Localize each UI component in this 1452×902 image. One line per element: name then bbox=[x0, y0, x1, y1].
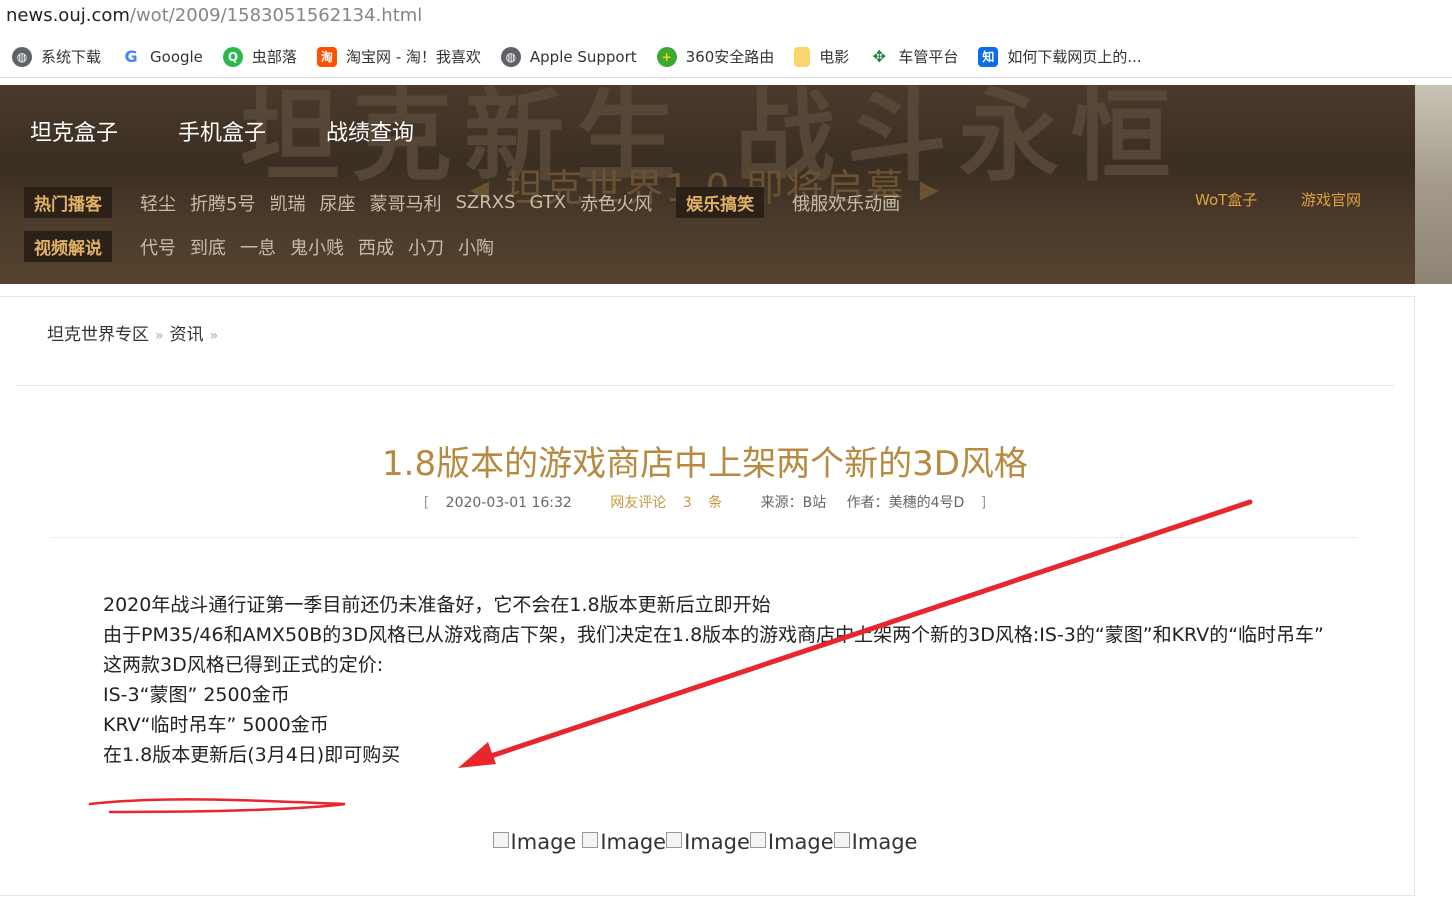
folder-icon bbox=[794, 46, 811, 67]
article-title: 1.8版本的游戏商店中上架两个新的3D风格 bbox=[382, 444, 1028, 484]
divider bbox=[16, 385, 1394, 386]
article-source: 来源：B站 bbox=[760, 495, 827, 511]
site-header-banner: 坦克新生 战斗永恒 ◂ 坦克世界1.0 即将启幕 ▸ 坦克盒子 手机盒子 战绩查… bbox=[0, 85, 1415, 284]
banner-side-image bbox=[1415, 85, 1452, 284]
bookmark-movies-folder[interactable]: 电影 bbox=[794, 46, 849, 67]
article-meta: [ 2020-03-01 16:32 网友评论 3 条 来源：B站 作者：美穗的… bbox=[423, 495, 987, 511]
tag-video-commentary[interactable]: 视频解说 bbox=[24, 231, 112, 262]
paragraph: 由于PM35/46和AMX50B的3D风格已从游戏商店下架，我们决定在1.8版本… bbox=[103, 624, 1324, 646]
bug-tribe-icon: Q bbox=[222, 46, 243, 67]
nav-mobile-box[interactable]: 手机盒子 bbox=[178, 115, 266, 147]
article-body: 2020年战斗通行证第一季目前还仍未准备好，它不会在1.8版本更新后立即开始 由… bbox=[103, 590, 1343, 770]
globe-icon: ◍ bbox=[12, 46, 32, 67]
link-podcaster[interactable]: SZRXS bbox=[455, 192, 515, 213]
comments-count: 3 bbox=[682, 495, 692, 511]
broken-image[interactable]: Image bbox=[582, 830, 666, 854]
broken-image[interactable]: Image bbox=[833, 830, 917, 854]
broken-image[interactable]: Image bbox=[749, 830, 834, 854]
paragraph: 2020年战斗通行证第一季目前还仍未准备好，它不会在1.8版本更新后立即开始 bbox=[103, 594, 771, 616]
link-official-site[interactable]: 游戏官网 bbox=[1301, 189, 1361, 210]
google-icon: G bbox=[121, 46, 142, 67]
broken-image-icon bbox=[833, 832, 850, 848]
zhihu-icon: 知 bbox=[978, 46, 999, 67]
bookmark-apple-support[interactable]: ◍ Apple Support bbox=[500, 46, 637, 67]
link-commentator[interactable]: 鬼小贱 bbox=[290, 234, 344, 260]
link-commentator[interactable]: 小刀 bbox=[408, 234, 444, 260]
broken-image-icon bbox=[749, 832, 766, 848]
url-path: /wot/2009/1583051562134.html bbox=[129, 5, 423, 26]
breadcrumb-news[interactable]: 资讯 bbox=[170, 325, 204, 345]
link-commentator[interactable]: 一息 bbox=[240, 234, 276, 260]
breadcrumb-separator-icon: » bbox=[209, 328, 219, 344]
link-russian-animation[interactable]: 俄服欢乐动画 bbox=[792, 190, 900, 216]
bookmark-zhihu[interactable]: 知 如何下载网页上的... bbox=[978, 46, 1142, 67]
link-commentator[interactable]: 西成 bbox=[358, 234, 394, 260]
address-bar[interactable]: news.ouj.com/wot/2009/1583051562134.html bbox=[0, 0, 1452, 34]
nav-tank-box[interactable]: 坦克盒子 bbox=[30, 115, 118, 147]
commentary-row: 视频解说 代号 到底 一息 鬼小贱 西成 小刀 小陶 bbox=[24, 231, 508, 262]
bookmark-360-router[interactable]: + 360安全路由 bbox=[656, 46, 774, 67]
article-images: Image Image Image Image Image bbox=[0, 830, 1410, 855]
bookmarks-bar: ◍ 系统下载 G Google Q 虫部落 淘 淘宝网 - 淘！我喜欢 ◍ Ap… bbox=[0, 36, 1452, 78]
tag-entertainment[interactable]: 娱乐搞笑 bbox=[676, 187, 765, 218]
paragraph-highlighted: 在1.8版本更新后(3月4日)即可购买 bbox=[103, 744, 401, 766]
bookmark-google[interactable]: G Google bbox=[121, 46, 203, 67]
link-podcaster[interactable]: 尿座 bbox=[319, 190, 355, 216]
podcaster-row: 热门播客 轻尘 折腾5号 凯瑞 尿座 蒙哥马利 SZRXS GTX 赤色火风 娱… bbox=[24, 187, 914, 218]
broken-image-icon bbox=[582, 832, 599, 848]
bookmark-system-download[interactable]: ◍ 系统下载 bbox=[12, 46, 101, 67]
link-commentator[interactable]: 小陶 bbox=[458, 234, 494, 260]
meta-divider bbox=[52, 537, 1357, 538]
breadcrumb-wot-zone[interactable]: 坦克世界专区 bbox=[47, 325, 149, 345]
article-date: 2020-03-01 16:32 bbox=[445, 495, 572, 511]
paragraph: 这两款3D风格已得到正式的定价: bbox=[103, 654, 384, 676]
article-author: 作者：美穗的4号D bbox=[846, 495, 965, 511]
link-commentator[interactable]: 到底 bbox=[190, 234, 226, 260]
link-wot-box[interactable]: WoT盒子 bbox=[1195, 189, 1257, 210]
broken-image-icon bbox=[666, 832, 683, 848]
vehicle-platform-icon: ✥ bbox=[869, 46, 890, 67]
link-commentator[interactable]: 代号 bbox=[140, 234, 176, 260]
comments-link[interactable]: 网友评论 bbox=[610, 495, 666, 511]
taobao-icon: 淘 bbox=[316, 46, 337, 67]
link-podcaster[interactable]: 轻尘 bbox=[140, 190, 176, 216]
main-nav: 坦克盒子 手机盒子 战绩查询 bbox=[30, 115, 414, 147]
paragraph: IS-3“蒙图” 2500金币 bbox=[103, 684, 290, 706]
tag-hot-podcasters[interactable]: 热门播客 bbox=[24, 187, 112, 218]
breadcrumb-separator-icon: » bbox=[155, 328, 164, 344]
link-podcaster[interactable]: GTX bbox=[529, 192, 566, 213]
globe-icon: ◍ bbox=[500, 46, 521, 67]
link-podcaster[interactable]: 赤色火风 bbox=[580, 190, 652, 216]
bookmark-taobao[interactable]: 淘 淘宝网 - 淘！我喜欢 bbox=[316, 46, 481, 67]
breadcrumb: 坦克世界专区 » 资讯 » bbox=[47, 320, 224, 345]
nav-stats-query[interactable]: 战绩查询 bbox=[326, 115, 414, 147]
broken-image[interactable]: Image bbox=[492, 830, 576, 854]
bookmark-bug-tribe[interactable]: Q 虫部落 bbox=[222, 46, 297, 67]
router-360-icon: + bbox=[656, 46, 677, 67]
link-podcaster[interactable]: 凯瑞 bbox=[269, 190, 305, 216]
link-podcaster[interactable]: 蒙哥马利 bbox=[369, 190, 441, 216]
url-host: news.ouj.com bbox=[6, 5, 130, 26]
bookmark-vehicle-platform[interactable]: ✥ 车管平台 bbox=[869, 46, 958, 67]
link-podcaster[interactable]: 折腾5号 bbox=[190, 190, 255, 216]
broken-image-icon bbox=[492, 832, 509, 848]
paragraph: KRV“临时吊车” 5000金币 bbox=[103, 714, 329, 736]
broken-image[interactable]: Image bbox=[666, 830, 750, 854]
